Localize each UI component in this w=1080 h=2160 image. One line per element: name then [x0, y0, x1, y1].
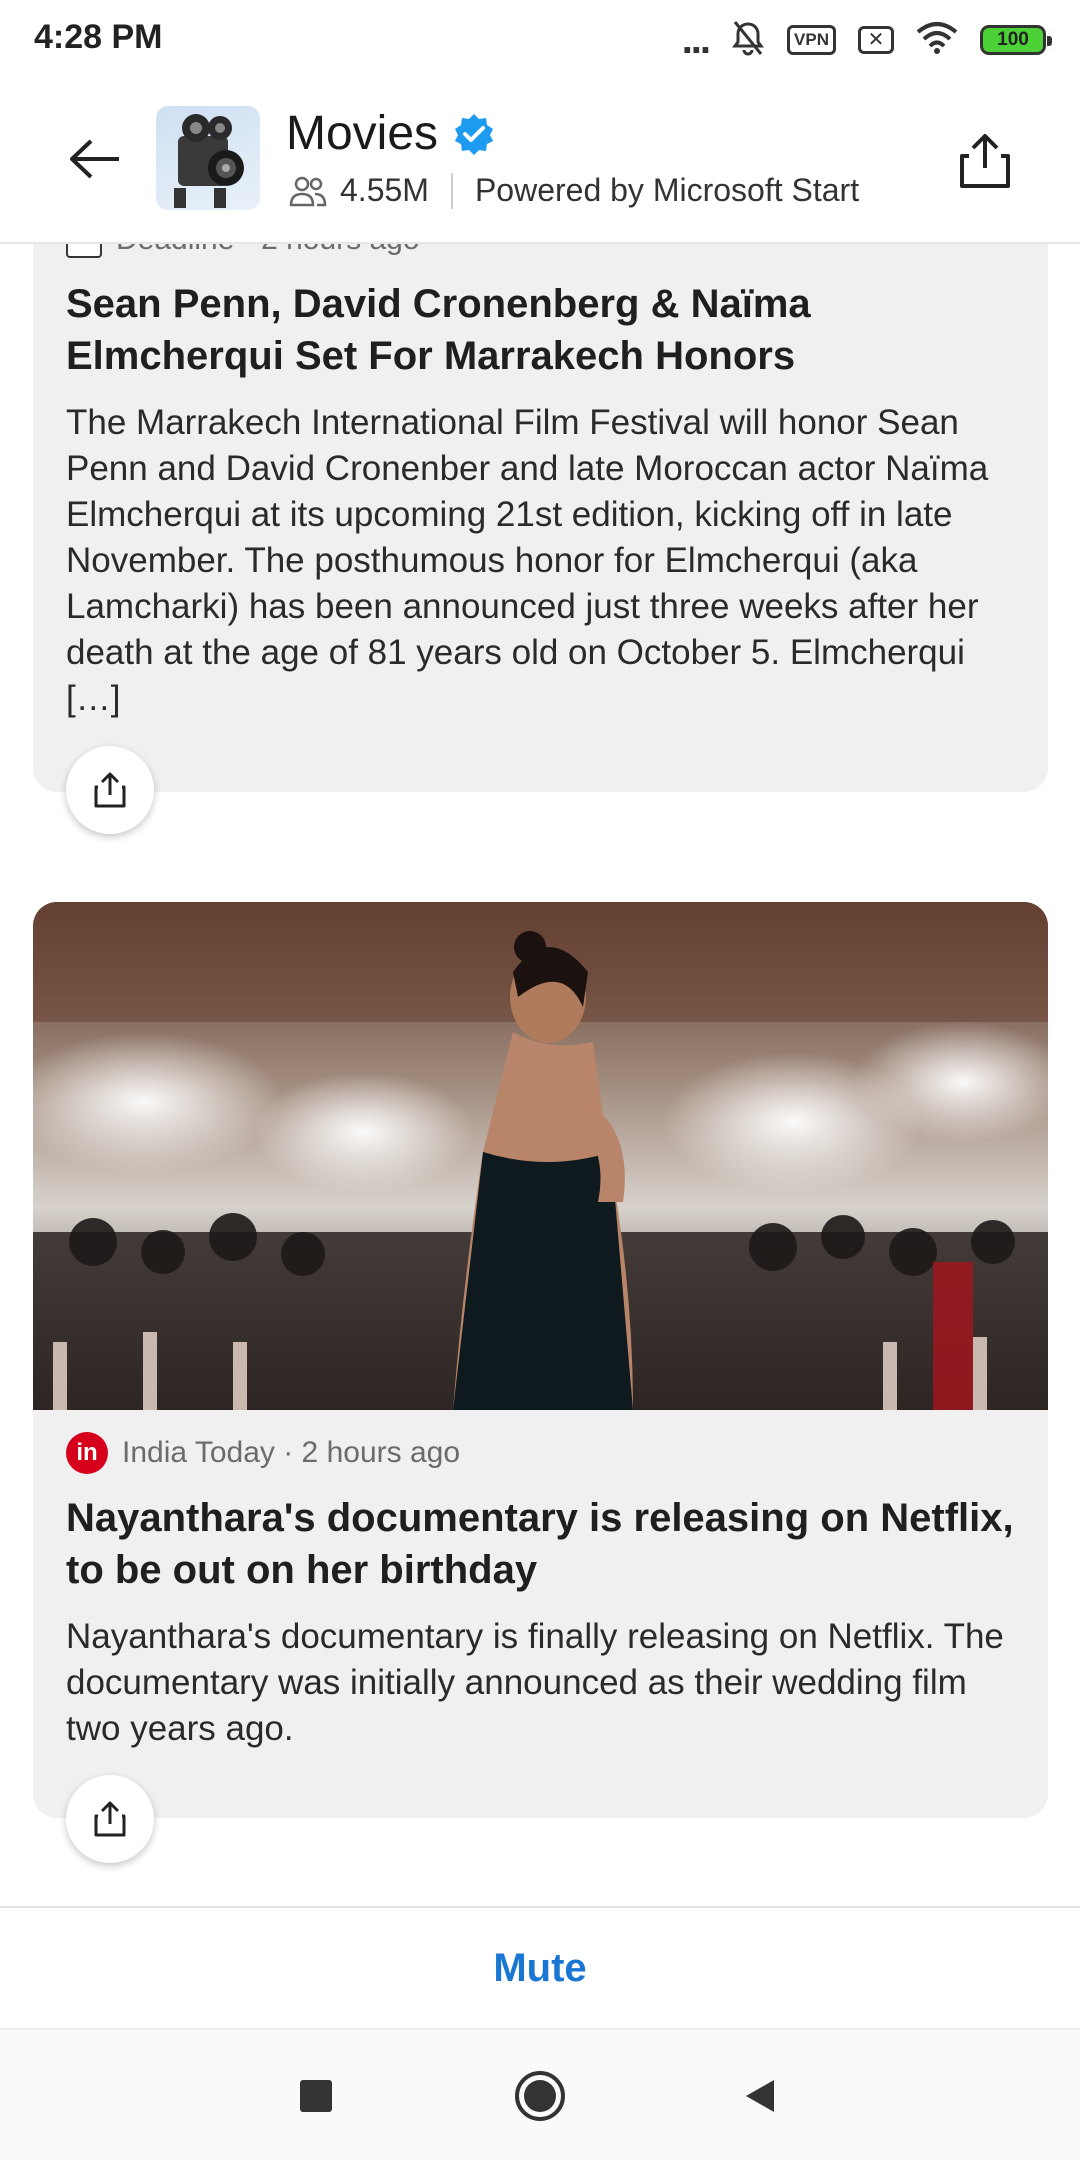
system-nav-bar	[0, 2030, 1080, 2160]
share-icon	[94, 772, 126, 808]
battery-icon: 100	[980, 25, 1052, 55]
share-button[interactable]	[66, 1775, 154, 1863]
channel-logo	[156, 106, 260, 210]
status-bar: 4:28 PM ... VPN ✕ 100	[0, 0, 1080, 80]
share-button[interactable]	[66, 746, 154, 834]
back-triangle-icon	[746, 2080, 774, 2112]
article-card[interactable]: in India Today · 2 hours ago Nayanthara'…	[33, 902, 1048, 1818]
home-icon	[515, 2071, 565, 2121]
follower-count: 4.55M	[340, 172, 429, 208]
home-button[interactable]	[510, 2066, 570, 2126]
article-title[interactable]: Nayanthara's documentary is releasing on…	[66, 1492, 1016, 1596]
powered-by: Powered by Microsoft Start	[474, 172, 860, 208]
channel-header: Movies 4.55M Powered by Microsoft Start	[0, 80, 1080, 244]
meta-divider	[450, 172, 453, 209]
channel-name: Movies	[286, 107, 439, 160]
mute-bar: Mute	[0, 1906, 1080, 2030]
article-summary: The Marrakech International Film Festiva…	[66, 403, 989, 718]
article-summary: Nayanthara's documentary is finally rele…	[66, 1617, 1004, 1748]
article-hero-image[interactable]	[33, 902, 1048, 1410]
source-logo-icon: in	[66, 1432, 108, 1474]
back-arrow-icon	[70, 139, 119, 179]
recents-button[interactable]	[286, 2066, 346, 2126]
channel-title: Movies	[286, 106, 496, 161]
back-button[interactable]	[60, 124, 130, 194]
followers-icon	[289, 176, 327, 206]
back-nav-button[interactable]	[730, 2066, 790, 2126]
article-source: India Today · 2 hours ago	[122, 1436, 461, 1469]
wifi-icon	[916, 21, 958, 60]
verified-icon	[455, 113, 494, 155]
mute-button[interactable]: Mute	[493, 1946, 586, 1991]
article-source-line: in India Today · 2 hours ago	[66, 1432, 460, 1474]
vpn-icon: VPN	[787, 25, 836, 55]
article-title[interactable]: Sean Penn, David Cronenberg & Naïma Elmc…	[66, 278, 1016, 382]
share-icon	[94, 1801, 126, 1837]
muted-bell-icon	[731, 20, 765, 61]
status-time: 4:28 PM	[34, 18, 163, 56]
channel-meta: 4.55M Powered by Microsoft Start	[288, 172, 859, 209]
share-icon	[960, 134, 1010, 188]
status-icons: ... VPN ✕ 100	[681, 18, 1052, 62]
article-card[interactable]: Deadline · 2 hours ago Sean Penn, David …	[33, 200, 1048, 834]
no-sim-icon: ✕	[858, 26, 894, 54]
share-channel-button[interactable]	[950, 126, 1020, 196]
stop-icon	[300, 2080, 332, 2112]
more-dots-icon: ...	[681, 18, 711, 62]
